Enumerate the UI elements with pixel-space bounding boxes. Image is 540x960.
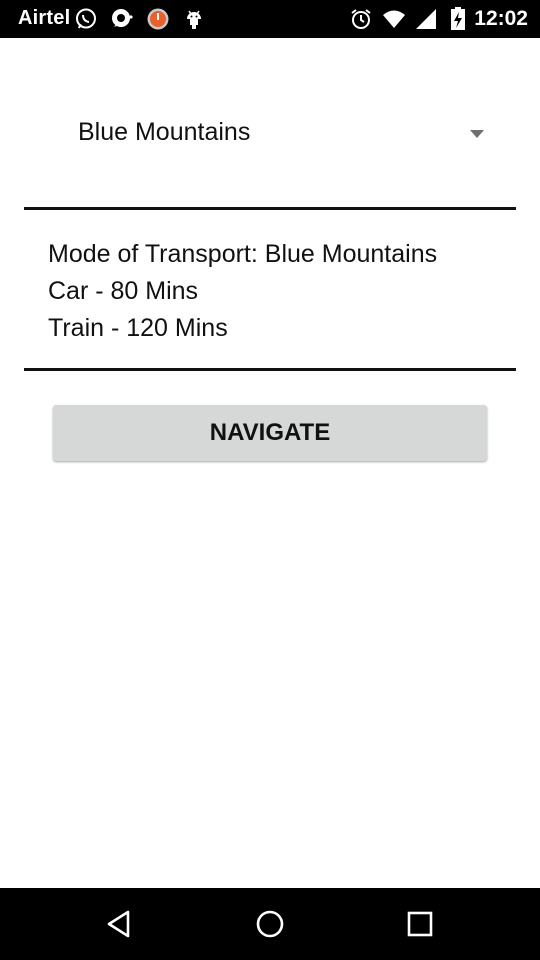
signal-icon <box>416 9 436 29</box>
clock: 12:02 <box>474 7 528 30</box>
back-icon[interactable] <box>104 908 136 940</box>
car-time-text: Car - 80 Mins <box>48 277 199 305</box>
wifi-icon <box>383 10 405 28</box>
divider-top <box>24 207 516 210</box>
chat-bubble-icon <box>112 9 133 27</box>
battery-charging-icon <box>451 7 465 30</box>
status-bar: Airtel 12:02 <box>0 0 540 38</box>
spinner-selected-value: Blue Mountains <box>78 118 251 146</box>
train-time-text: Train - 120 Mins <box>48 314 228 342</box>
dropdown-arrow-icon <box>470 130 484 138</box>
whatsapp-icon <box>76 8 96 29</box>
divider-bottom <box>24 368 516 371</box>
alarm-icon <box>351 9 371 29</box>
mode-of-transport-text: Mode of Transport: Blue Mountains <box>48 240 438 268</box>
home-icon[interactable] <box>254 908 286 940</box>
android-icon <box>187 10 201 29</box>
recents-icon[interactable] <box>404 908 436 940</box>
destination-spinner[interactable]: Blue Mountains <box>0 38 540 208</box>
transport-info: Mode of Transport: Blue Mountains Car - … <box>48 236 437 347</box>
navigate-button[interactable]: NAVIGATE <box>53 405 487 461</box>
navigation-bar <box>0 888 540 960</box>
power-app-icon <box>147 8 169 30</box>
carrier-name: Airtel <box>18 7 71 29</box>
